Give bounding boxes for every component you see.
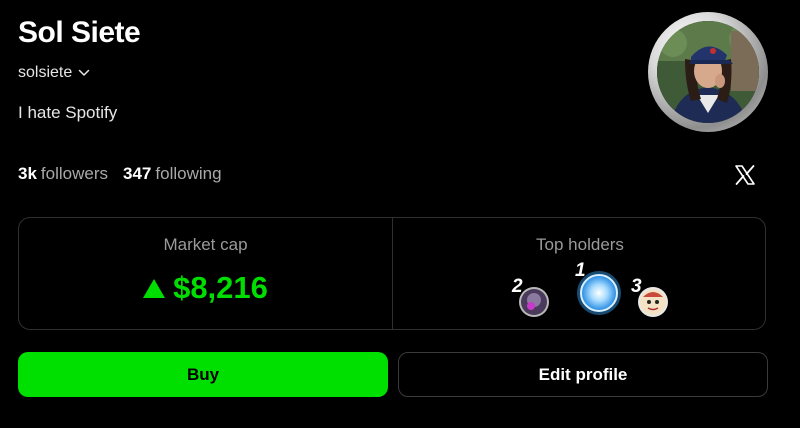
triangle-up-icon [143, 270, 166, 306]
following-link[interactable]: 347 following [123, 164, 222, 184]
profile-bio: I hate Spotify [18, 103, 118, 122]
holder-rank-3: 3 [631, 276, 642, 297]
top-holders-label: Top holders [536, 235, 624, 254]
handle-switcher[interactable]: solsiete [18, 64, 90, 82]
follow-stats: 3k followers 347 following [18, 164, 222, 184]
profile-handle: solsiete [18, 64, 73, 81]
profile-avatar[interactable] [648, 12, 768, 132]
holder-avatar-rank-1[interactable]: 1 [571, 260, 623, 317]
token-stats-card: Market cap $8,216 Top holders 2 1 3 [18, 217, 766, 330]
holder-rank-2: 2 [512, 276, 523, 297]
followers-label: followers [40, 164, 109, 183]
edit-profile-button[interactable]: Edit profile [398, 352, 768, 397]
top-holders-list: 2 1 3 [393, 260, 767, 321]
x-logo-icon[interactable] [734, 164, 756, 186]
holder-avatar-rank-2[interactable]: 2 [510, 276, 554, 321]
holder-avatar-rank-3[interactable]: 3 [627, 276, 671, 321]
market-cap-label: Market cap [163, 235, 248, 254]
avatar-photo [657, 21, 759, 123]
followers-count: 3k [18, 164, 37, 183]
following-label: following [155, 164, 222, 183]
holder-rank-1: 1 [575, 260, 586, 281]
market-cap-value-row: $8,216 [19, 270, 392, 306]
profile-display-name: Sol Siete [18, 16, 141, 49]
followers-link[interactable]: 3k followers [18, 164, 108, 184]
market-cap-value: $8,216 [173, 270, 268, 305]
buy-button[interactable]: Buy [18, 352, 388, 397]
following-count: 347 [123, 164, 152, 183]
chevron-down-icon [78, 69, 90, 77]
